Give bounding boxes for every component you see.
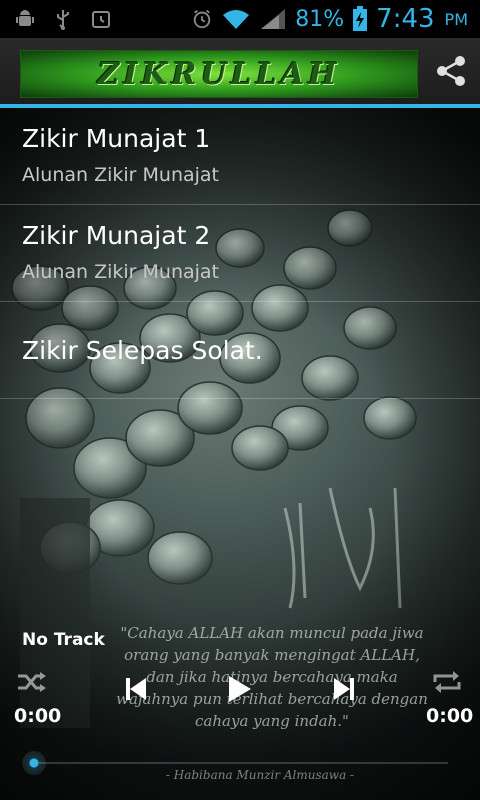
battery-percent: 81% xyxy=(295,6,345,32)
play-icon xyxy=(229,676,251,702)
next-button[interactable] xyxy=(330,674,358,704)
current-time: 0:00 xyxy=(14,705,62,727)
previous-icon xyxy=(126,678,146,700)
list-item-subtitle: Alunan Zikir Munajat xyxy=(22,164,220,186)
background-quote: "Cahaya ALLAH akan muncul pada jiwa oran… xyxy=(116,624,428,730)
alarm-clock-icon xyxy=(191,8,213,30)
list-item-title: Zikir Munajat 2 xyxy=(22,221,211,250)
repeat-button[interactable] xyxy=(430,668,464,696)
shuffle-button[interactable] xyxy=(14,668,50,696)
list-item-title: Zikir Munajat 1 xyxy=(22,124,211,153)
background-quote-author: - Habibana Munzir Almusawa - xyxy=(165,768,355,782)
track-name: No Track xyxy=(22,630,105,650)
action-bar: ZIKRULLAH xyxy=(0,38,480,108)
battery-charging-icon xyxy=(352,6,368,31)
android-debug-icon xyxy=(14,8,36,30)
list-item-zikir-munajat-2[interactable]: Zikir Munajat 2 Alunan Zikir Munajat xyxy=(0,205,480,302)
alarm-icon xyxy=(90,8,112,30)
share-button[interactable] xyxy=(422,38,480,104)
banner-text: ZIKRULLAH xyxy=(97,56,341,92)
wifi-icon xyxy=(221,8,251,30)
list-item-subtitle: Alunan Zikir Munajat xyxy=(22,261,220,283)
repeat-icon xyxy=(433,671,461,693)
usb-icon xyxy=(52,8,74,30)
clock: 7:43 xyxy=(376,4,435,34)
audio-player: "Cahaya ALLAH akan muncul pada jiwa oran… xyxy=(0,622,480,800)
seek-bar[interactable] xyxy=(34,762,448,764)
seek-thumb[interactable] xyxy=(22,751,46,775)
clock-ampm: PM xyxy=(444,9,468,29)
shuffle-icon xyxy=(18,672,46,692)
status-bar: 81% 7:43 PM xyxy=(0,0,480,38)
next-icon xyxy=(334,678,354,700)
share-icon xyxy=(437,56,465,86)
app-banner-logo: ZIKRULLAH xyxy=(20,50,418,98)
previous-button[interactable] xyxy=(122,674,150,704)
list-item-zikir-selepas-solat[interactable]: Zikir Selepas Solat. xyxy=(0,302,480,399)
play-button[interactable] xyxy=(224,672,256,706)
signal-icon xyxy=(259,8,287,30)
list-item-title: Zikir Selepas Solat. xyxy=(22,336,263,365)
list-item-zikir-munajat-1[interactable]: Zikir Munajat 1 Alunan Zikir Munajat xyxy=(0,108,480,205)
audio-list: Zikir Munajat 1 Alunan Zikir Munajat Zik… xyxy=(0,108,480,399)
total-time: 0:00 xyxy=(426,705,474,727)
